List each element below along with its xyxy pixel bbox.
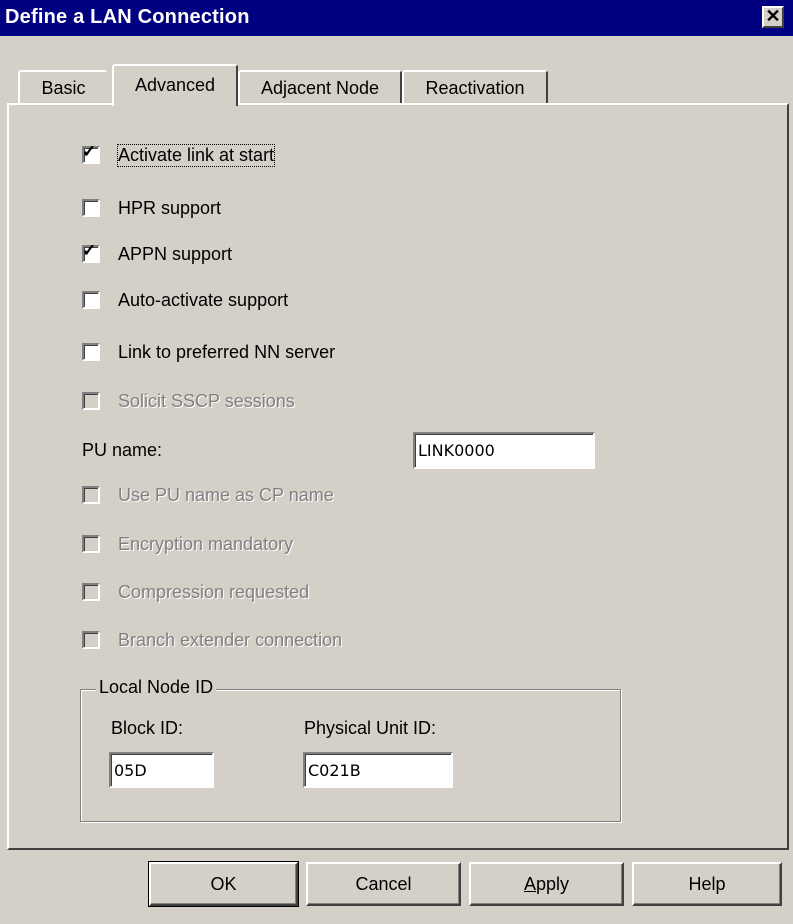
tab-adjacent-node[interactable]: Adjacent Node	[238, 70, 402, 104]
local-node-id-title: Local Node ID	[96, 677, 217, 698]
block-id-label: Block ID:	[111, 718, 184, 738]
physical-unit-id-input[interactable]	[303, 752, 453, 788]
checkbox-box[interactable]: ✓	[82, 241, 100, 263]
checkbox-hpr-support[interactable]: HPR support	[82, 194, 221, 222]
checkmark-icon: ✓	[82, 241, 97, 260]
checkbox-branch-extender-connection: Branch extender connection	[82, 626, 342, 654]
apply-button[interactable]: Apply	[469, 862, 624, 906]
checkbox-activate-link-at-start[interactable]: ✓ Activate link at start	[82, 141, 276, 169]
checkbox-auto-activate-support[interactable]: Auto-activate support	[82, 286, 288, 314]
checkbox-label: Encryption mandatory	[118, 533, 294, 554]
block-id-input[interactable]	[109, 752, 214, 788]
checkbox-label: APPN support	[118, 243, 233, 264]
pu-name-input[interactable]	[413, 432, 595, 469]
checkbox-box[interactable]	[82, 291, 100, 309]
apply-mnemonic: A	[523, 874, 536, 894]
checkbox-box	[82, 631, 100, 649]
checkbox-box	[82, 583, 100, 601]
physical-unit-id-label: Physical Unit ID:	[304, 718, 437, 738]
checkbox-label: Use PU name as CP name	[118, 484, 334, 505]
help-button-label: Help	[688, 874, 726, 894]
cancel-button[interactable]: Cancel	[306, 862, 461, 906]
checkbox-label: Compression requested	[118, 581, 310, 602]
tab-advanced-label: Advanced	[134, 75, 216, 95]
checkbox-box	[82, 486, 100, 504]
tab-adjacent-node-label: Adjacent Node	[260, 78, 380, 98]
checkbox-box	[82, 535, 100, 553]
title-bar: Define a LAN Connection ✕	[0, 0, 793, 36]
checkbox-label: Auto-activate support	[118, 289, 289, 310]
checkbox-label: Branch extender connection	[118, 629, 343, 650]
checkbox-label: HPR support	[118, 197, 222, 218]
window-title: Define a LAN Connection	[5, 6, 250, 28]
checkbox-box[interactable]: ✓	[82, 142, 100, 164]
checkbox-label: Link to preferred NN server	[118, 341, 336, 362]
tab-reactivation-label: Reactivation	[425, 78, 525, 98]
checkbox-encryption-mandatory: Encryption mandatory	[82, 530, 293, 558]
close-button[interactable]: ✕	[762, 6, 784, 28]
tab-advanced[interactable]: Advanced	[112, 64, 238, 106]
ok-button[interactable]: OK	[148, 861, 299, 907]
pu-name-label: PU name:	[82, 440, 163, 460]
checkbox-label: Solicit SSCP sessions	[118, 390, 295, 411]
checkbox-appn-support[interactable]: ✓ APPN support	[82, 240, 232, 268]
checkbox-use-pu-name-as-cp-name: Use PU name as CP name	[82, 481, 334, 509]
checkbox-box	[82, 392, 100, 410]
apply-button-label: Apply	[524, 874, 569, 894]
checkbox-box[interactable]	[82, 199, 100, 217]
checkbox-box[interactable]	[82, 343, 100, 361]
cancel-button-label: Cancel	[355, 874, 412, 894]
help-button[interactable]: Help	[632, 862, 782, 906]
close-icon: ✕	[765, 6, 781, 26]
checkbox-link-to-preferred-nn-server[interactable]: Link to preferred NN server	[82, 338, 335, 366]
tab-reactivation[interactable]: Reactivation	[402, 70, 548, 104]
checkbox-solicit-sscp-sessions: Solicit SSCP sessions	[82, 387, 295, 415]
checkmark-icon: ✓	[82, 142, 97, 161]
checkbox-compression-requested: Compression requested	[82, 578, 309, 606]
ok-button-label: OK	[210, 874, 237, 894]
checkbox-label: Activate link at start	[116, 143, 276, 167]
tab-basic[interactable]: Basic	[18, 70, 107, 104]
apply-label-rest: pply	[535, 874, 570, 894]
tab-basic-label: Basic	[41, 78, 86, 98]
